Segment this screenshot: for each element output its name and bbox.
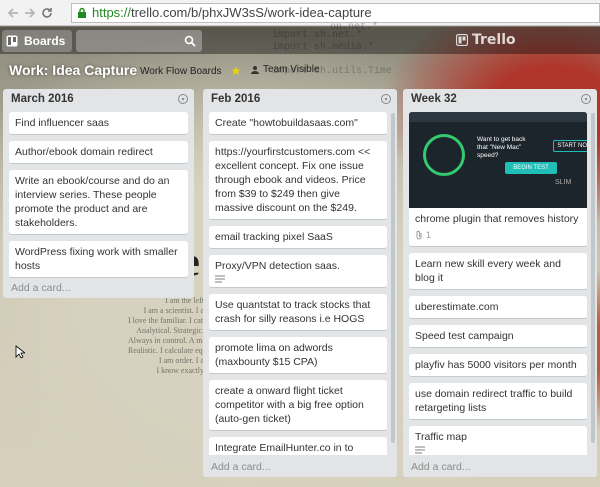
card-title: https://yourfirstcustomers.com << excell… [215,146,371,214]
add-card-button[interactable]: Add a card... [211,461,271,473]
lock-icon [76,7,88,19]
board-visibility-label: Team Visible [263,64,320,75]
card-title: promote lima on adwords (maxbounty $15 C… [215,342,333,368]
list-march-2016: March 2016 ▾ Find influencer saas Author… [3,89,194,298]
card[interactable]: Use quantstat to track stocks that crash… [209,294,387,331]
cover-browser-bar [409,112,587,122]
card[interactable]: Proxy/VPN detection saas. [209,255,387,288]
card-title: Find influencer saas [15,117,109,129]
board-title[interactable]: Work: Idea Capture [9,62,137,78]
card-title: Proxy/VPN detection saas. [215,260,340,272]
card-title: uberestimate.com [415,301,499,313]
card-title: Write an ebook/course and do an intervie… [15,175,170,229]
description-icon [415,446,425,454]
trello-logo-icon [456,34,468,46]
reload-icon[interactable] [38,4,55,22]
board-org-label: Work Flow Boards [140,65,222,77]
cover-start-now: START NOW [553,140,587,152]
card-title: use domain redirect traffic to build ret… [415,388,573,414]
card[interactable]: promote lima on adwords (maxbounty $15 C… [209,337,387,374]
search-input[interactable] [76,29,202,52]
search-icon [184,35,196,47]
browser-toolbar: https://trello.com/b/phxJW3sS/work-idea-… [0,0,600,26]
list-title[interactable]: March 2016 [11,93,74,105]
card[interactable]: Author/ebook domain redirect [9,141,188,164]
list-header: Week 32 ▾ [403,89,597,109]
card-title: Speed test campaign [415,330,514,342]
card-title: Author/ebook domain redirect [15,146,153,158]
card-title: Use quantstat to track stocks that crash… [215,299,371,325]
card[interactable]: Create "howtobuildasaas.com" [209,112,387,135]
attachment-icon [416,230,422,240]
add-card-button[interactable]: Add a card... [11,282,71,294]
card-title: chrome plugin that removes history [415,213,579,225]
card-title: create a onward flight ticket competitor… [215,385,364,425]
team-icon [251,65,259,74]
cover-begin-test: BEGIN TEST [505,162,557,174]
card-with-cover[interactable]: Want to get back that "New Mac" speed? B… [409,112,587,247]
cursor-icon [15,345,25,359]
card[interactable]: https://yourfirstcustomers.com << excell… [209,141,387,220]
card-title: email tracking pixel SaaS [215,231,333,243]
boards-label: Boards [24,33,66,48]
list-title[interactable]: Week 32 [411,93,457,105]
card[interactable]: Write an ebook/course and do an intervie… [9,170,188,235]
card-title: Create "howtobuildasaas.com" [215,117,358,129]
list-header: March 2016 ▾ [3,89,194,109]
board-org-link[interactable]: Work Flow Boards ★ [140,64,241,78]
boards-icon [6,35,18,46]
description-icon [215,275,225,283]
card-title: WordPress fixing work with smaller hosts [15,246,178,272]
trello-logo[interactable]: Trello [456,32,516,48]
card[interactable]: uberestimate.com [409,296,587,319]
address-bar[interactable]: https://trello.com/b/phxJW3sS/work-idea-… [71,2,600,23]
url-scheme: https:// [92,5,132,20]
list-header: Feb 2016 ▾ [203,89,397,109]
list-feb-2016: Feb 2016 ▾ Create "howtobuildasaas.com" … [203,89,397,477]
list-scrollbar[interactable] [591,113,595,443]
attachment-badge: 1 [415,228,581,242]
list-menu-icon[interactable]: ▾ [178,94,188,104]
attachment-count: 1 [426,230,432,240]
card[interactable]: Learn new skill every week and blog it [409,253,587,290]
card-title: Learn new skill every week and blog it [415,258,561,284]
boards-button[interactable]: Boards [2,29,72,52]
back-arrow-icon[interactable] [4,4,21,22]
cover-headline: Want to get back that "New Mac" speed? [477,136,526,159]
card[interactable]: WordPress fixing work with smaller hosts [9,241,188,278]
card-title: playfiv has 5000 visitors per month [415,359,577,371]
list-menu-icon[interactable]: ▾ [381,94,391,104]
list-scrollbar[interactable] [391,113,395,443]
card-cover-image: Want to get back that "New Mac" speed? B… [409,112,587,208]
cover-gauge [423,134,465,176]
cover-side-label: SLIM [555,179,572,186]
card-title: Traffic map [415,431,467,443]
card[interactable]: Speed test campaign [409,325,587,348]
list-title[interactable]: Feb 2016 [211,93,260,105]
add-card-button[interactable]: Add a card... [411,461,471,473]
description-badge [415,446,581,454]
list-week-32: Week 32 ▾ Want to get back that "New Mac… [403,89,597,477]
forward-arrow-icon[interactable] [21,4,38,22]
card-title: Integrate EmailHunter.co in to LeadFinde… [215,442,354,454]
background-quote-text: I am the left I am a scientist. I a I lo… [128,296,227,375]
logo-text: Trello [472,32,516,48]
card[interactable]: Traffic map [409,426,587,455]
card[interactable]: Integrate EmailHunter.co in to LeadFinde… [209,437,387,455]
app-header: Boards Trello [0,27,600,54]
board-visibility-link[interactable]: Team Visible [250,64,320,75]
card[interactable]: Find influencer saas [9,112,188,135]
star-icon[interactable]: ★ [231,64,242,78]
card[interactable]: email tracking pixel SaaS [209,226,387,249]
card[interactable]: playfiv has 5000 visitors per month [409,354,587,377]
description-badge [215,275,381,283]
list-menu-icon[interactable]: ▾ [581,94,591,104]
url-path: trello.com/b/phxJW3sS/work-idea-capture [131,5,372,20]
card[interactable]: create a onward flight ticket competitor… [209,380,387,431]
card[interactable]: use domain redirect traffic to build ret… [409,383,587,420]
